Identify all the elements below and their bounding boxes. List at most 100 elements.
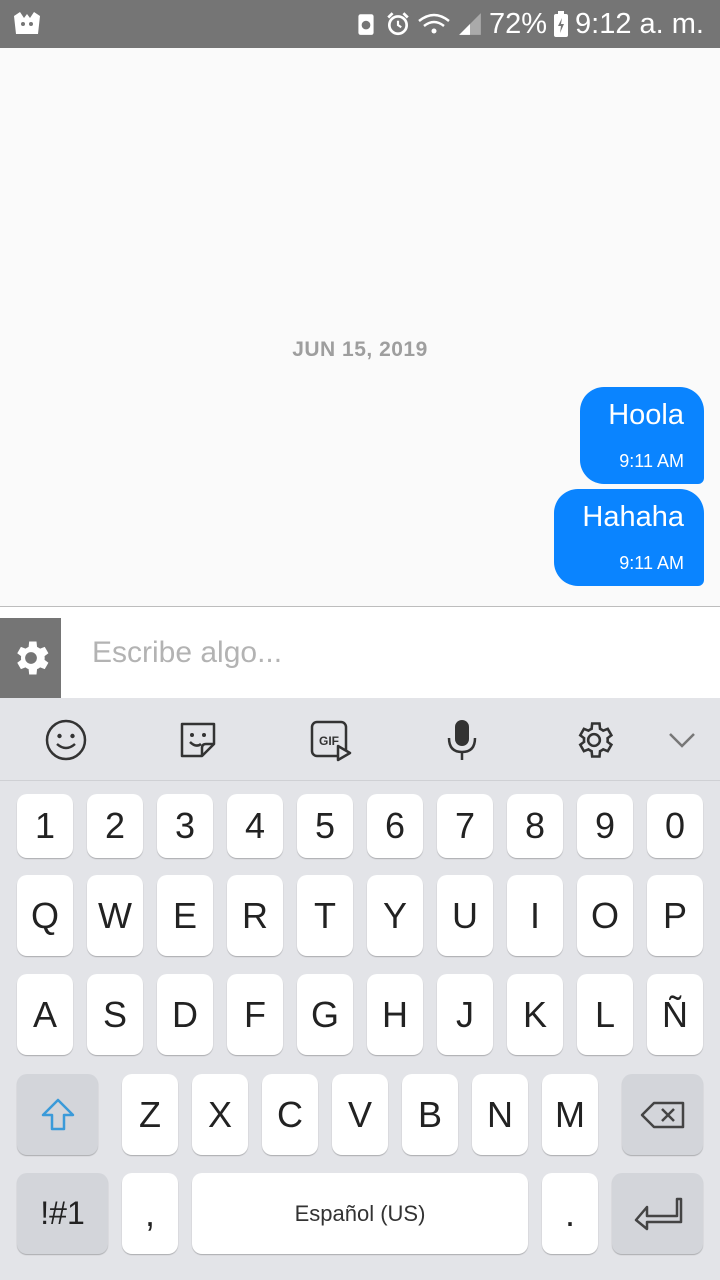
status-time: 9:12 a. m. — [575, 7, 704, 40]
letter-key-label: Y — [382, 894, 407, 936]
letter-key[interactable]: E — [157, 875, 213, 956]
letter-key[interactable]: T — [297, 875, 353, 956]
letter-key[interactable]: R — [227, 875, 283, 956]
letter-key[interactable]: K — [507, 974, 563, 1055]
number-key[interactable]: 3 — [157, 794, 213, 858]
microphone-icon[interactable] — [440, 718, 484, 762]
letter-key[interactable]: W — [87, 875, 143, 956]
letter-key-label: K — [522, 993, 547, 1035]
letter-key[interactable]: O — [577, 875, 633, 956]
wifi-icon — [418, 13, 450, 34]
message-bubble[interactable]: Hoola 9:11 AM — [580, 387, 704, 484]
letter-key-label: T — [314, 894, 336, 936]
number-key-label: 7 — [454, 805, 476, 846]
emoji-icon[interactable] — [44, 718, 88, 762]
letter-key[interactable]: P — [647, 875, 703, 956]
battery-icon — [554, 11, 569, 37]
backspace-key[interactable] — [622, 1074, 703, 1155]
chat-area[interactable]: JUN 15, 2019 Hoola 9:11 AM Hahaha 9:11 A… — [0, 48, 720, 606]
shift-icon — [41, 1098, 74, 1130]
enter-key[interactable] — [612, 1173, 703, 1254]
message-bubble[interactable]: Hahaha 9:11 AM — [554, 489, 704, 586]
letter-key-label: Ñ — [662, 993, 688, 1035]
letter-key-label: N — [487, 1093, 513, 1135]
letter-key[interactable]: A — [17, 974, 73, 1055]
message-time: 9:11 AM — [619, 451, 684, 471]
number-key-label: 5 — [314, 805, 336, 846]
letter-key[interactable]: X — [192, 1074, 248, 1155]
number-key-label: 8 — [524, 805, 546, 846]
letter-key[interactable]: C — [262, 1074, 318, 1155]
space-key-label: Español (US) — [294, 1200, 426, 1226]
collapse-keyboard-icon[interactable] — [660, 718, 704, 762]
period-key[interactable]: . — [542, 1173, 598, 1254]
letter-key[interactable]: V — [332, 1074, 388, 1155]
symbols-key[interactable]: !#1 — [17, 1173, 108, 1254]
settings-icon[interactable] — [572, 718, 616, 762]
letter-key-label: W — [98, 894, 132, 936]
letter-key[interactable]: M — [542, 1074, 598, 1155]
shift-key[interactable] — [17, 1074, 98, 1155]
letter-key[interactable]: N — [472, 1074, 528, 1155]
letter-key-label: Z — [139, 1093, 161, 1135]
number-key[interactable]: 6 — [367, 794, 423, 858]
composer-settings-button[interactable] — [0, 618, 61, 698]
backspace-icon — [640, 1101, 684, 1128]
letter-key-label: C — [277, 1093, 303, 1135]
letter-key[interactable]: D — [157, 974, 213, 1055]
letter-key[interactable]: I — [507, 875, 563, 956]
letter-key-label: V — [347, 1093, 372, 1135]
letter-key-label: L — [594, 993, 616, 1035]
letter-key[interactable]: S — [87, 974, 143, 1055]
number-key-label: 9 — [594, 805, 616, 846]
letter-key[interactable]: J — [437, 974, 493, 1055]
letter-key[interactable]: H — [367, 974, 423, 1055]
sticker-icon[interactable] — [176, 718, 220, 762]
letter-key-label: B — [417, 1093, 442, 1135]
letter-key-label: D — [172, 993, 198, 1035]
letter-key-label: M — [555, 1093, 585, 1135]
gif-icon[interactable]: GIF — [308, 718, 352, 762]
date-separator: JUN 15, 2019 — [292, 338, 428, 361]
letter-key-label: A — [32, 993, 57, 1035]
number-key[interactable]: 0 — [647, 794, 703, 858]
number-key[interactable]: 7 — [437, 794, 493, 858]
status-bar: 72% 9:12 a. m. — [0, 0, 720, 48]
letter-key-label: S — [102, 993, 127, 1035]
comma-key[interactable]: , — [122, 1173, 178, 1254]
gif-label: GIF — [319, 734, 339, 748]
message-input[interactable] — [90, 627, 694, 679]
letter-key[interactable]: B — [402, 1074, 458, 1155]
battery-saver-icon — [358, 14, 374, 35]
number-key-label: 0 — [664, 805, 686, 846]
letter-key-label: P — [662, 894, 687, 936]
number-key[interactable]: 8 — [507, 794, 563, 858]
letter-key[interactable]: Ñ — [647, 974, 703, 1055]
letter-key[interactable]: Q — [17, 875, 73, 956]
letter-key-label: Q — [30, 894, 59, 936]
alarm-icon — [387, 12, 409, 36]
letter-key-label: X — [207, 1093, 232, 1135]
message-text: Hahaha — [582, 501, 684, 533]
letter-key-label: U — [452, 894, 478, 936]
number-key[interactable]: 2 — [87, 794, 143, 858]
space-key[interactable]: Español (US) — [192, 1173, 528, 1254]
letter-key[interactable]: Z — [122, 1074, 178, 1155]
battery-percent: 72% — [488, 7, 548, 40]
number-key[interactable]: 4 — [227, 794, 283, 858]
letter-key-label: J — [456, 993, 474, 1035]
letter-key[interactable]: G — [297, 974, 353, 1055]
app-notification-icon — [14, 12, 40, 34]
number-key[interactable]: 5 — [297, 794, 353, 858]
letter-key[interactable]: L — [577, 974, 633, 1055]
signal-icon — [459, 13, 481, 35]
message-time: 9:11 AM — [619, 553, 684, 573]
symbols-key-label: !#1 — [40, 1195, 85, 1231]
letter-key[interactable]: F — [227, 974, 283, 1055]
number-key[interactable]: 1 — [17, 794, 73, 858]
letter-key[interactable]: U — [437, 875, 493, 956]
letter-key-label: I — [529, 894, 540, 936]
letter-key[interactable]: Y — [367, 875, 423, 956]
number-key[interactable]: 9 — [577, 794, 633, 858]
letter-key-label: R — [242, 894, 268, 936]
